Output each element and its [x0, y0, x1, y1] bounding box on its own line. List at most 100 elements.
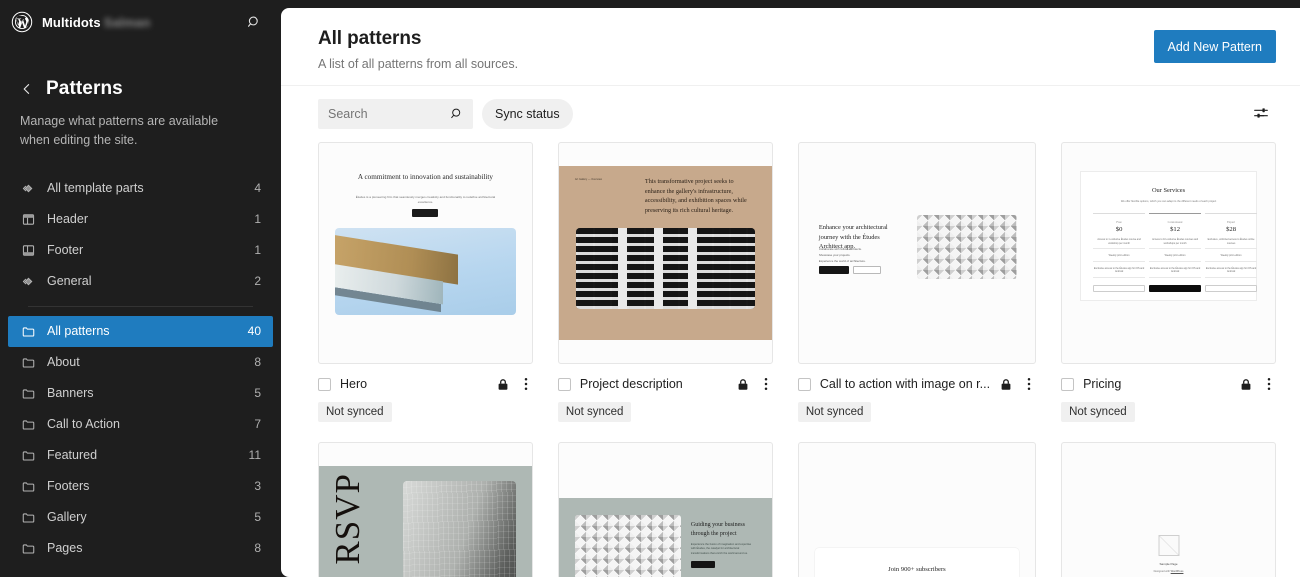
pattern-select-checkbox[interactable]: [1061, 378, 1074, 391]
search-box[interactable]: [318, 99, 473, 129]
kebab-menu-icon[interactable]: [1022, 376, 1036, 392]
sidebar-item-count: 8: [254, 541, 261, 555]
sidebar-panel-header: Patterns Manage what patterns are availa…: [0, 44, 281, 151]
sidebar-item-featured[interactable]: Featured 11: [8, 440, 273, 471]
preview-heading: This transformative project seeks to enh…: [645, 177, 753, 215]
pattern-card: Enhance your architectural journey with …: [798, 142, 1036, 422]
pattern-preview[interactable]: Guiding your business through the projec…: [558, 442, 773, 577]
pattern-select-checkbox[interactable]: [318, 378, 331, 391]
preview-image: [335, 228, 516, 315]
sync-status-filter-button[interactable]: Sync status: [482, 99, 573, 129]
sidebar-item-label: Footers: [47, 479, 243, 493]
sidebar-item-footers[interactable]: Footers 3: [8, 471, 273, 502]
sidebar-item-gallery[interactable]: Gallery 5: [8, 502, 273, 533]
tier-cta-button: [1205, 285, 1257, 292]
folder-icon: [20, 509, 36, 525]
sidebar-divider: [28, 306, 253, 307]
pricing-tier: Connoisseur $12 Access to 10 exclusive É…: [1149, 220, 1201, 292]
sidebar-item-pages[interactable]: Pages 8: [8, 533, 273, 564]
sidebar-item-label: Gallery: [47, 510, 243, 524]
preview-heading: Guiding your business through the projec…: [691, 521, 756, 539]
preview-panel: Join 900+ subscribers Stay in the loop w…: [815, 548, 1019, 577]
add-new-pattern-button[interactable]: Add New Pattern: [1154, 30, 1277, 63]
site-user-name: Salman: [104, 15, 151, 30]
wordpress-site-editor: MultidotsSalman Patterns Manage what pat…: [0, 0, 1300, 577]
sliders-icon: [1252, 104, 1270, 125]
chevron-left-icon[interactable]: [20, 82, 34, 96]
status-badge: Not synced: [798, 402, 872, 422]
sidebar-item-about[interactable]: About 8: [8, 347, 273, 378]
kebab-menu-icon[interactable]: [519, 376, 533, 392]
tier-name: Expert: [1205, 220, 1257, 224]
preview-bullet: Collaborate with fellow architects.: [819, 247, 897, 251]
sidebar-item-label: About: [47, 355, 243, 369]
folder-icon: [20, 478, 36, 494]
sidebar-item-banners[interactable]: Banners 5: [8, 378, 273, 409]
folder-icon: [20, 447, 36, 463]
sidebar-item-count: 11: [249, 448, 261, 462]
page-header: All patterns A list of all patterns from…: [281, 8, 1300, 85]
sidebar-item-call-to-action[interactable]: Call to Action 7: [8, 409, 273, 440]
tier-feature: Exclusive access to the Études app for i…: [1149, 267, 1201, 278]
tier-price: $12: [1149, 226, 1201, 233]
pattern-preview[interactable]: Enhance your architectural journey with …: [798, 142, 1036, 364]
pattern-select-checkbox[interactable]: [558, 378, 571, 391]
tier-cta-button: [1093, 285, 1145, 292]
panel-description: Manage what patterns are available when …: [20, 112, 244, 151]
pattern-preview[interactable]: Art Gallery — Overview This transformati…: [558, 142, 773, 364]
header-layout-icon: [20, 211, 36, 227]
patterns-grid: A commitment to innovation and sustainab…: [318, 142, 1276, 577]
tier-feature: Weekly print edition: [1093, 254, 1145, 262]
pattern-preview[interactable]: Sample Page Designed with WordPress: [1061, 442, 1276, 577]
preview-bullet: Experience the world of architecture.: [819, 259, 897, 263]
sidebar-item-label: Header: [47, 212, 243, 226]
folder-icon: [20, 540, 36, 556]
sidebar-item-all-template-parts[interactable]: All template parts 4: [8, 173, 273, 204]
pattern-card: Our Services We offer flexible options, …: [1061, 142, 1276, 422]
pattern-card-meta: Pricing: [1061, 376, 1276, 392]
placeholder-image-icon: [1158, 535, 1179, 556]
sidebar-item-count: 7: [254, 417, 261, 431]
sidebar-item-all-patterns[interactable]: All patterns 40: [8, 316, 273, 347]
sidebar-item-count: 40: [248, 324, 261, 338]
pattern-preview[interactable]: A commitment to innovation and sustainab…: [318, 142, 533, 364]
pricing-tier: Expert $28 Exclusive, unlimited access t…: [1205, 220, 1257, 292]
pattern-card: Sample Page Designed with WordPress: [1061, 442, 1276, 577]
global-search-icon[interactable]: [241, 9, 267, 35]
pattern-card: RSVP: [318, 442, 533, 577]
tier-feature: Exclusive access to the Études app for i…: [1093, 267, 1145, 278]
kebab-menu-icon[interactable]: [759, 376, 773, 392]
sidebar-item-label: General: [47, 274, 243, 288]
kebab-menu-icon[interactable]: [1262, 376, 1276, 392]
sidebar-item-count: 2: [254, 274, 261, 288]
preview-heading: Our Services: [1081, 187, 1256, 194]
site-title: MultidotsSalman: [42, 15, 151, 30]
tier-feature: Exclusive, unlimited access to Études on…: [1205, 238, 1257, 249]
tier-name: Connoisseur: [1149, 220, 1201, 224]
page-subtitle: A list of all patterns from all sources.: [318, 57, 1154, 71]
pattern-card: Art Gallery — Overview This transformati…: [558, 142, 773, 422]
sidebar-item-general[interactable]: General 2: [8, 266, 273, 297]
pattern-card-meta: Call to action with image on r...: [798, 376, 1036, 392]
pattern-select-checkbox[interactable]: [798, 378, 811, 391]
pattern-preview[interactable]: RSVP: [318, 442, 533, 577]
status-badge: Not synced: [558, 402, 632, 422]
pattern-preview[interactable]: Join 900+ subscribers Stay in the loop w…: [798, 442, 1036, 577]
tier-price: $0: [1093, 226, 1145, 233]
pattern-title: Call to action with image on r...: [820, 377, 990, 391]
layers-icon: [20, 273, 36, 289]
pricing-tier: Free $0 Access to 1 exclusive Études cou…: [1093, 220, 1145, 292]
tier-feature: Weekly print edition: [1205, 254, 1257, 262]
sidebar-item-label: Banners: [47, 386, 243, 400]
preview-subheading: We offer flexible options, which you can…: [1099, 200, 1238, 203]
patterns-grid-scroll[interactable]: A commitment to innovation and sustainab…: [281, 142, 1300, 577]
pattern-preview[interactable]: Our Services We offer flexible options, …: [1061, 142, 1276, 364]
sidebar-item-footer[interactable]: Footer 1: [8, 235, 273, 266]
view-options-button[interactable]: [1246, 99, 1276, 129]
status-badge: Not synced: [1061, 402, 1135, 422]
wordpress-logo-icon[interactable]: [8, 8, 36, 36]
sidebar-item-header[interactable]: Header 1: [8, 204, 273, 235]
tier-feature: Weekly print edition: [1149, 254, 1201, 262]
preview-link[interactable]: WordPress: [1171, 570, 1184, 573]
sidebar-item-label: All template parts: [47, 181, 243, 195]
